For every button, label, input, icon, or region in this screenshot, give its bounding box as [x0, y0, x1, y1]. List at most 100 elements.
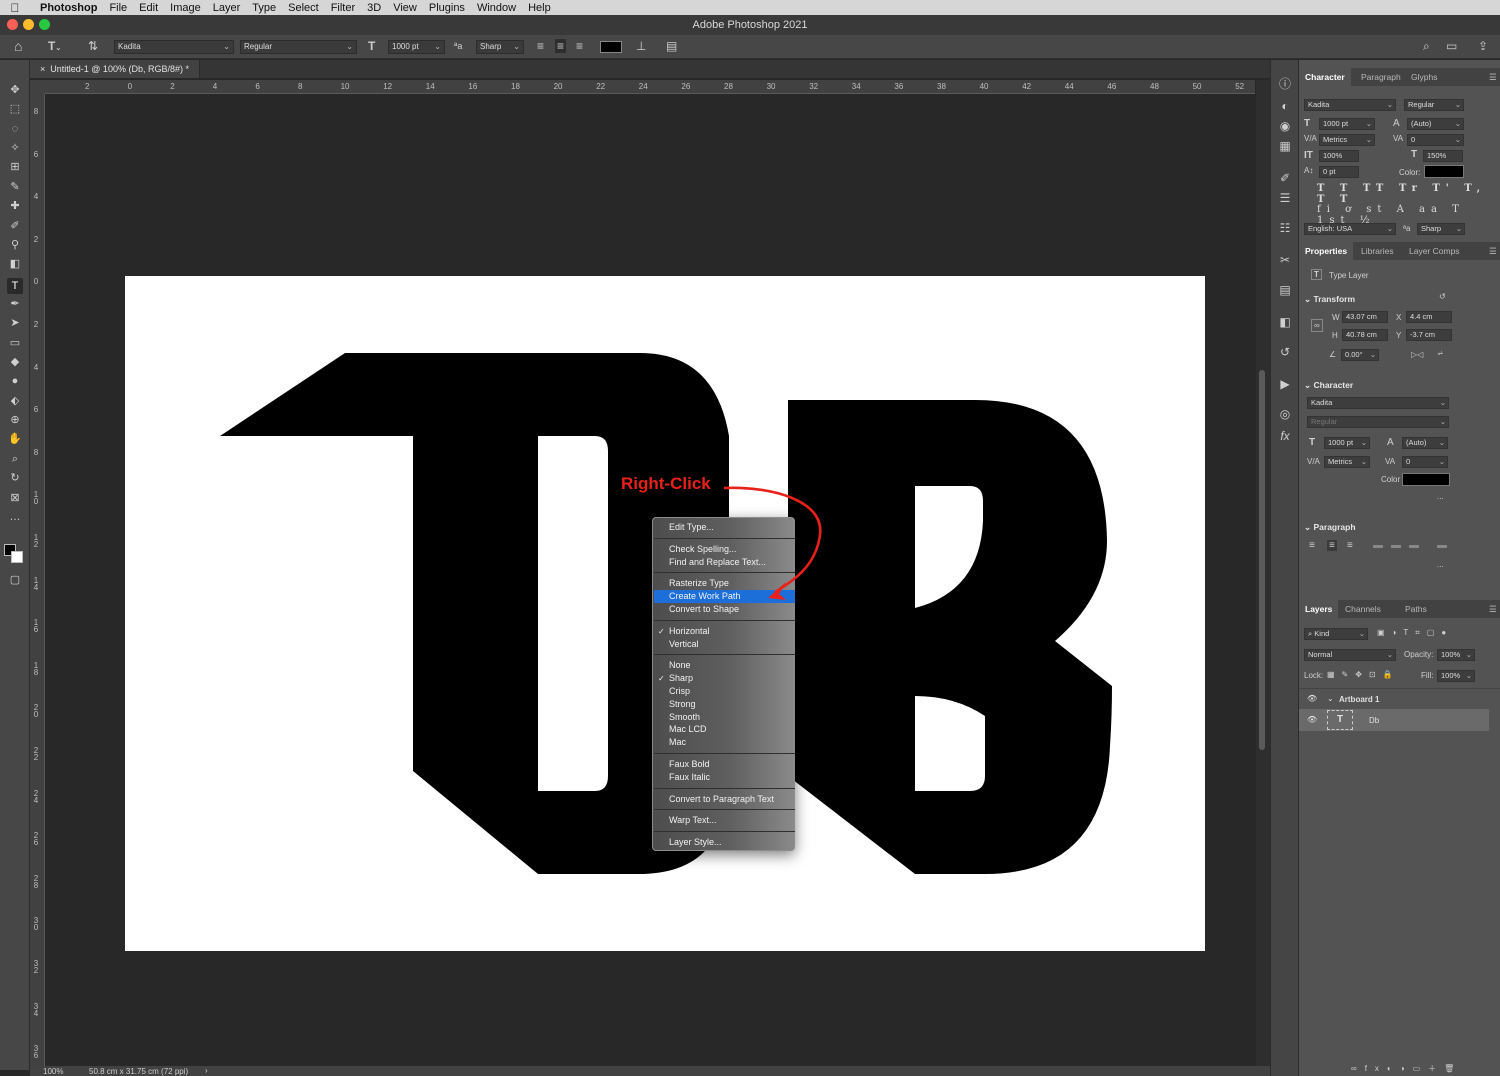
context-menu-item[interactable]: Mac [654, 736, 795, 749]
para-more-button[interactable]: ... [1437, 560, 1444, 569]
align-center-icon[interactable]: ≡ [555, 39, 567, 53]
lock-icons[interactable]: ▦✎✥⊡🔒 [1327, 670, 1400, 679]
apple-icon[interactable]:  [0, 1, 30, 15]
character-panel-toggle-icon[interactable]: ▤ [666, 39, 677, 53]
stamp-tool-icon[interactable]: ⚲ [7, 237, 23, 253]
char-font-select[interactable]: Kadita ⌄ [1304, 99, 1396, 111]
eraser-icon[interactable]: ◧ [7, 256, 23, 272]
width-field[interactable]: 43.07 cm [1342, 311, 1388, 323]
para-justify-right-icon[interactable]: ▬ [1409, 540, 1419, 551]
panel-menu-icon[interactable]: ☰ [1483, 242, 1500, 260]
context-menu-item[interactable]: Faux Italic [654, 771, 795, 784]
text-color-swatch[interactable] [600, 41, 622, 53]
menu-type[interactable]: Type [246, 2, 282, 14]
char-leading-field[interactable]: (Auto) ⌄ [1407, 118, 1464, 130]
props-kerning-field[interactable]: Metrics ⌄ [1324, 456, 1370, 468]
para-justify-center-icon[interactable]: ▬ [1391, 540, 1401, 551]
transform-section-title[interactable]: ⌄ Transform [1304, 294, 1355, 305]
menu-plugins[interactable]: Plugins [423, 2, 471, 14]
workspace-icon[interactable]: ▭ [1446, 39, 1457, 53]
brush-settings-icon[interactable]: ✐ [1277, 170, 1293, 186]
props-style-select[interactable]: Regular ⌄ [1307, 416, 1449, 428]
context-menu-item[interactable]: Faux Bold [654, 758, 795, 771]
path-selection-icon[interactable]: ➤ [7, 315, 23, 331]
grid-icon[interactable]: ▦ [1277, 138, 1293, 154]
menu-window[interactable]: Window [471, 2, 522, 14]
props-font-select[interactable]: Kadita ⌄ [1307, 397, 1449, 409]
char-color-swatch[interactable] [1424, 165, 1464, 178]
context-menu-item[interactable]: ✓ Sharp [654, 672, 795, 685]
language-select[interactable]: English: USA ⌄ [1304, 223, 1396, 235]
move-tool-icon[interactable]: ✥ [7, 82, 23, 98]
tab-channels[interactable]: Channels [1339, 600, 1387, 618]
menu-image[interactable]: Image [164, 2, 207, 14]
layer-row-db[interactable]: 👁 T Db [1299, 709, 1489, 731]
marquee-tool-icon[interactable]: ⬚ [7, 101, 23, 117]
para-align-left-icon[interactable]: ≡ [1309, 540, 1315, 551]
tool-presets-icon[interactable]: ☷ [1277, 220, 1293, 236]
char-kerning-field[interactable]: Metrics ⌄ [1319, 134, 1375, 146]
context-menu-item[interactable]: Strong [654, 698, 795, 711]
search-icon[interactable]: ⌕ [1423, 39, 1430, 54]
menu-filter[interactable]: Filter [325, 2, 361, 14]
background-color-swatch[interactable] [11, 551, 23, 563]
tab-paths[interactable]: Paths [1399, 600, 1433, 618]
props-color-swatch[interactable] [1402, 473, 1450, 486]
context-menu-item[interactable]: Layer Style... [654, 836, 795, 849]
font-family-select[interactable]: Kadita ⌄ [114, 40, 234, 54]
char-style-select[interactable]: Regular ⌄ [1404, 99, 1464, 111]
blur-tool-icon[interactable]: ◆ [7, 354, 23, 370]
type-tool-preset-icon[interactable]: T⌄ [48, 39, 61, 53]
more-tools-icon[interactable]: … [7, 509, 23, 525]
warp-text-icon[interactable]: ⊥ [636, 39, 646, 53]
antialias-select[interactable]: Sharp ⌄ [476, 40, 524, 54]
artboard-tool-icon[interactable]: ⊠ [7, 490, 23, 506]
align-right-icon[interactable]: ≡ [576, 39, 583, 53]
layer-filter-icons[interactable]: ▣◑T⌗▢● [1377, 628, 1453, 638]
actions-play-icon[interactable]: ▶ [1277, 376, 1293, 392]
tab-layers[interactable]: Layers [1299, 600, 1339, 618]
angle-field[interactable]: 0.00° ⌄ [1341, 349, 1379, 361]
healing-brush-icon[interactable]: ✚ [7, 198, 23, 214]
para-justify-all-icon[interactable]: ▬ [1437, 540, 1447, 551]
magic-wand-icon[interactable]: ✧ [7, 140, 23, 156]
char-hscale-field[interactable]: 150% [1423, 150, 1463, 162]
tab-properties[interactable]: Properties [1299, 242, 1354, 260]
eyedropper-icon[interactable]: ✎ [7, 179, 23, 195]
table-icon[interactable]: ▤ [1277, 282, 1293, 298]
font-size-select[interactable]: 1000 pt ⌄ [388, 40, 445, 54]
styles-icon[interactable]: ◎ [1277, 406, 1293, 422]
history-icon[interactable]: ↺ [1277, 344, 1293, 360]
panel-menu-icon[interactable]: ☰ [1483, 600, 1500, 618]
layers-footer-icons[interactable]: ∞fx◐◑▭＋🗑 [1351, 1063, 1462, 1074]
type-style-buttons[interactable]: T T TT Tr T' T, T T [1317, 183, 1500, 205]
zoom-in-icon[interactable]: ⊕ [7, 412, 23, 428]
context-menu-item[interactable]: None [654, 659, 795, 672]
props-tracking-field[interactable]: 0 ⌄ [1402, 456, 1448, 468]
x-field[interactable]: 4.4 cm [1406, 311, 1452, 323]
context-menu-item[interactable]: Smooth [654, 711, 795, 724]
props-leading-field[interactable]: (Auto) ⌄ [1402, 437, 1448, 449]
context-menu-item[interactable]: Convert to Paragraph Text [654, 793, 795, 806]
tab-layer-comps[interactable]: Layer Comps [1403, 242, 1466, 260]
align-left-icon[interactable]: ≡ [537, 39, 544, 53]
menu-edit[interactable]: Edit [133, 2, 164, 14]
sharpen-icon[interactable]: ⬖ [7, 393, 23, 409]
tab-libraries[interactable]: Libraries [1355, 242, 1400, 260]
rotate-view-icon[interactable]: ↻ [7, 470, 23, 486]
vertical-scrollbar[interactable] [1256, 80, 1270, 1066]
props-more-button[interactable]: ... [1437, 492, 1444, 501]
brush-tool-icon[interactable]: ✐ [7, 218, 23, 234]
tab-glyphs[interactable]: Glyphs [1405, 68, 1443, 86]
properties-character-section-title[interactable]: ⌄ Character [1304, 380, 1353, 391]
para-justify-left-icon[interactable]: ▬ [1373, 540, 1383, 551]
share-icon[interactable]: ⇪ [1478, 39, 1488, 53]
zoom-window-button[interactable] [39, 19, 50, 30]
toggle-orientation-icon[interactable]: ⇅ [88, 39, 98, 53]
blend-mode-select[interactable]: Normal ⌄ [1304, 649, 1396, 661]
minimize-window-button[interactable] [23, 19, 34, 30]
menu-help[interactable]: Help [522, 2, 557, 14]
paragraph-section-title[interactable]: ⌄ Paragraph [1304, 522, 1356, 533]
home-icon[interactable]: ⌂ [14, 38, 22, 54]
document-tab[interactable]: × Untitled-1 @ 100% (Db, RGB/8#) * [30, 60, 200, 78]
